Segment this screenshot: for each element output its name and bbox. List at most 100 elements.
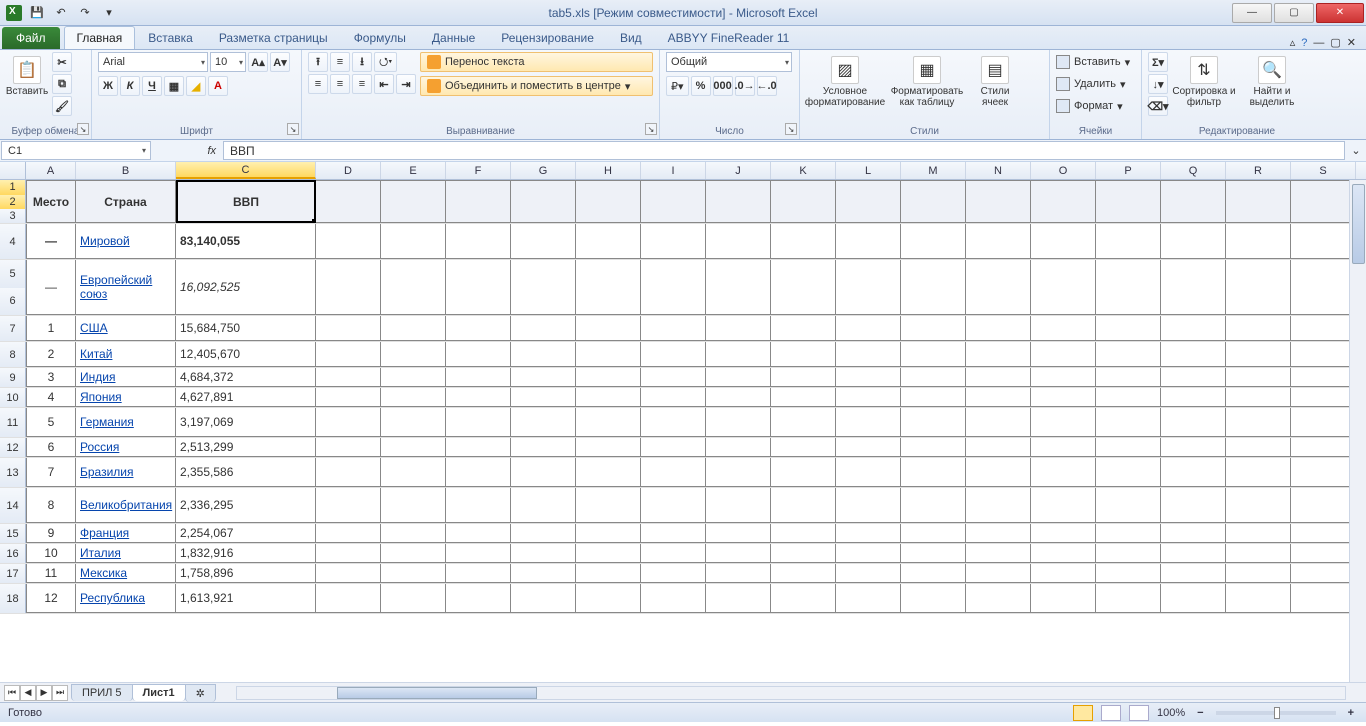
cell[interactable] — [1031, 388, 1096, 407]
cell[interactable]: 4 — [26, 388, 76, 407]
number-format-dropdown[interactable]: Общий — [666, 52, 792, 72]
cell[interactable] — [641, 388, 706, 407]
cell[interactable] — [381, 342, 446, 367]
insert-cells-button[interactable]: Вставить ▾ — [1056, 52, 1130, 72]
col-header-M[interactable]: M — [901, 162, 966, 179]
cell[interactable] — [1291, 408, 1356, 437]
row-header-15[interactable]: 15 — [0, 524, 26, 543]
cell[interactable] — [1096, 388, 1161, 407]
cell[interactable] — [511, 260, 576, 315]
format-painter-button[interactable]: 🖌 — [52, 96, 72, 116]
new-sheet-button[interactable]: ✲ — [185, 684, 216, 702]
cell[interactable] — [641, 458, 706, 487]
cell[interactable] — [901, 180, 966, 223]
cell[interactable] — [901, 260, 966, 315]
cell[interactable] — [1096, 544, 1161, 563]
normal-view-button[interactable] — [1073, 705, 1093, 721]
sort-filter-button[interactable]: ⇅Сортировка и фильтр — [1172, 52, 1236, 108]
cell[interactable] — [706, 408, 771, 437]
link[interactable]: Мексика — [80, 566, 127, 580]
sheet-nav-first[interactable]: ⏮ — [4, 685, 20, 701]
col-header-O[interactable]: O — [1031, 162, 1096, 179]
cell[interactable] — [446, 180, 511, 223]
cell[interactable] — [1291, 524, 1356, 543]
link[interactable]: США — [80, 321, 108, 335]
col-header-B[interactable]: B — [76, 162, 176, 179]
cell[interactable] — [901, 368, 966, 387]
sheet-nav-prev[interactable]: ◀ — [20, 685, 36, 701]
cell[interactable] — [576, 224, 641, 259]
cell[interactable] — [1226, 368, 1291, 387]
cell[interactable] — [1226, 524, 1291, 543]
cell[interactable] — [316, 316, 381, 341]
clear-button[interactable]: ⌫▾ — [1148, 96, 1168, 116]
cell[interactable] — [641, 368, 706, 387]
cell[interactable]: 83,140,055 — [176, 224, 316, 259]
cell[interactable] — [641, 260, 706, 315]
ribbon-tab-данные[interactable]: Данные — [419, 26, 488, 49]
link[interactable]: Италия — [80, 546, 121, 560]
zoom-out-button[interactable]: − — [1193, 707, 1207, 719]
cell[interactable] — [1031, 438, 1096, 457]
sheet-nav-next[interactable]: ▶ — [36, 685, 52, 701]
comma-style-button[interactable]: 000 — [713, 76, 733, 96]
cell[interactable] — [771, 224, 836, 259]
cell[interactable] — [1161, 488, 1226, 523]
cell[interactable] — [966, 342, 1031, 367]
link[interactable]: Великобритания — [80, 498, 172, 512]
cell[interactable]: 1,613,921 — [176, 584, 316, 613]
cell[interactable]: Европейский союз — [76, 260, 176, 315]
cell[interactable] — [836, 564, 901, 583]
link[interactable]: Китай — [80, 347, 112, 361]
cell[interactable] — [1096, 260, 1161, 315]
cell[interactable]: Республика — [76, 584, 176, 613]
cell[interactable] — [316, 342, 381, 367]
formula-input[interactable]: ВВП — [223, 141, 1345, 160]
fill-color-button[interactable]: ◢ — [186, 76, 206, 96]
col-header-Q[interactable]: Q — [1161, 162, 1226, 179]
cell[interactable]: 6 — [26, 438, 76, 457]
cell[interactable] — [381, 544, 446, 563]
cell[interactable] — [446, 458, 511, 487]
cell[interactable] — [1226, 316, 1291, 341]
cell[interactable] — [901, 224, 966, 259]
cell[interactable] — [446, 388, 511, 407]
row-header-18[interactable]: 18 — [0, 584, 26, 613]
merge-center-button[interactable]: Объединить и поместить в центре▾ — [420, 76, 653, 96]
fill-button[interactable]: ↓▾ — [1148, 74, 1168, 94]
link[interactable]: Япония — [80, 390, 122, 404]
link[interactable]: Индия — [80, 370, 115, 384]
cell[interactable] — [706, 342, 771, 367]
ribbon-tab-вставка[interactable]: Вставка — [135, 26, 206, 49]
cell[interactable] — [1096, 180, 1161, 223]
cell[interactable] — [1161, 524, 1226, 543]
cell[interactable] — [966, 260, 1031, 315]
cell[interactable] — [771, 524, 836, 543]
cell[interactable] — [836, 408, 901, 437]
cell[interactable] — [1031, 180, 1096, 223]
cell[interactable] — [1291, 564, 1356, 583]
cell[interactable] — [446, 524, 511, 543]
cell[interactable] — [1031, 488, 1096, 523]
page-break-view-button[interactable] — [1129, 705, 1149, 721]
cell[interactable] — [1291, 316, 1356, 341]
cell[interactable]: 3 — [26, 368, 76, 387]
cell[interactable]: 2,254,067 — [176, 524, 316, 543]
sheet-nav-last[interactable]: ⏭ — [52, 685, 68, 701]
cell[interactable]: Германия — [76, 408, 176, 437]
percent-button[interactable]: % — [691, 76, 711, 96]
cell[interactable]: Япония — [76, 388, 176, 407]
cell[interactable] — [381, 260, 446, 315]
cell[interactable] — [1161, 224, 1226, 259]
cell[interactable] — [706, 564, 771, 583]
format-cells-button[interactable]: Формат ▾ — [1056, 96, 1130, 116]
align-top-button[interactable]: ⭱ — [308, 52, 328, 72]
cell[interactable] — [511, 342, 576, 367]
cell[interactable] — [381, 458, 446, 487]
cell[interactable] — [1096, 458, 1161, 487]
wrap-text-button[interactable]: Перенос текста — [420, 52, 653, 72]
cell[interactable] — [576, 388, 641, 407]
align-left-button[interactable]: ≡ — [308, 74, 328, 94]
col-header-R[interactable]: R — [1226, 162, 1291, 179]
cell[interactable] — [1096, 564, 1161, 583]
